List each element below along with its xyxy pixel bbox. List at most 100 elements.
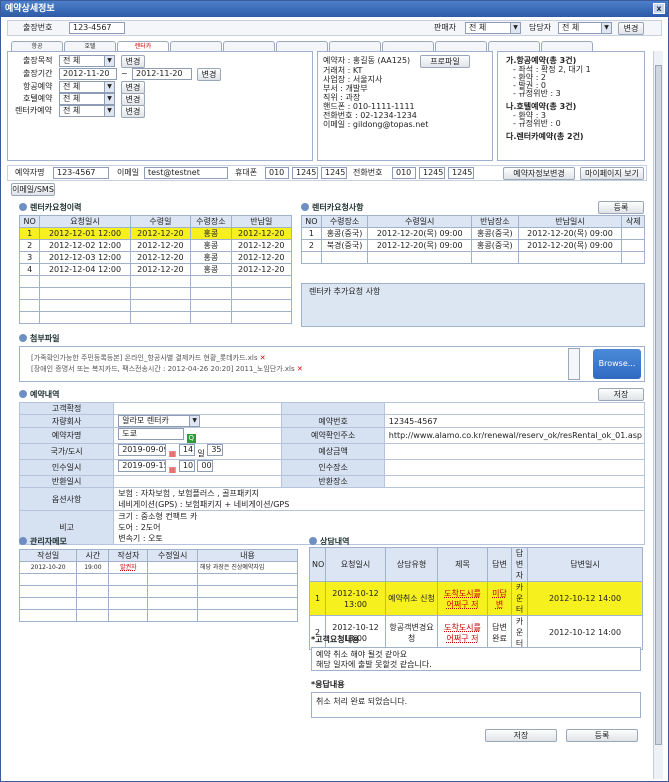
empty-row xyxy=(18,299,293,312)
files-heading: 첨부파일 xyxy=(19,333,59,345)
phone-part-3[interactable]: 1245 xyxy=(448,167,474,179)
tab-10[interactable] xyxy=(488,41,540,51)
mobile-part-3[interactable]: 1245 xyxy=(321,167,347,179)
contact-email-field[interactable]: test@testnet xyxy=(144,167,228,179)
detail-window: 예약상세정보 x 출장번호 123-4567 판매자 전 체 ▼ 담당자 전 체 ▼ … xyxy=(0,0,669,782)
tab-9[interactable] xyxy=(435,41,487,51)
pickplace-value xyxy=(383,459,646,476)
trip-no-field[interactable]: 123-4567 xyxy=(69,22,125,34)
contact-name-label: 예약자명 xyxy=(15,168,45,177)
purpose-label: 출장목적 xyxy=(23,56,53,65)
table-row[interactable]: 2012-10-20 19:00 발권자 해당 과장은 진상예약자임 xyxy=(18,561,299,574)
date-from-field[interactable]: 2012-11-20 xyxy=(59,68,117,80)
table-row[interactable]: 1 홍콩(중국) 2012-12-20(목) 09:00 홍콩(중국) 2012-12-… xyxy=(301,227,645,240)
country-date-field[interactable]: 2019-09-09 xyxy=(118,444,167,456)
mobile-part-2[interactable]: 1245 xyxy=(292,167,318,179)
mypage-button[interactable]: 마이페이지 보기 xyxy=(580,167,644,180)
top-change-button[interactable]: 변경 xyxy=(618,22,644,35)
hotel-label: 호텔예약 xyxy=(23,94,53,103)
empty-row xyxy=(301,251,645,264)
separator: 일 xyxy=(197,449,205,458)
amount-value xyxy=(383,443,646,460)
delete-icon[interactable]: ✕ xyxy=(260,354,266,362)
tab-7[interactable] xyxy=(329,41,381,51)
rent-select[interactable]: 전 체 ▼ xyxy=(59,105,115,117)
hour-field[interactable]: 14 xyxy=(178,444,195,456)
reservation-table: 고객확정 자량회사 알라모 렌터카 ▼ 예약번호 12345-4567 예약자명 도쿄 Q… xyxy=(18,402,646,545)
place-field[interactable]: 도쿄 xyxy=(118,428,185,440)
tab-hotel[interactable]: 호텔 xyxy=(64,41,116,51)
table-row[interactable]: 2 2012-12-02 12:00 2012-12-20 홍콩 2012-12-20 xyxy=(18,239,293,252)
seller-select[interactable]: 전 체 ▼ xyxy=(465,22,521,34)
tab-rentcar[interactable]: 렌터카 xyxy=(117,41,169,51)
pick-date-field[interactable]: 2019-09-15 xyxy=(118,460,167,472)
scrollbar[interactable] xyxy=(653,51,663,779)
tab-air[interactable]: 항공 xyxy=(11,41,63,51)
table-row[interactable]: 2 북경(중국) 2012-12-20(목) 09:00 홍콩(중국) 2012-12-… xyxy=(301,239,645,252)
answer-box[interactable]: 취소 처리 완료 되었습니다. xyxy=(311,692,641,718)
close-icon[interactable]: x xyxy=(653,3,665,14)
table-row[interactable]: 3 2012-12-03 12:00 2012-12-20 홍콩 2012-12-20 xyxy=(18,251,293,264)
customer-request-box[interactable]: 예약 취소 해야 될것 같아요 해당 일자에 출발 못할것 같습니다. xyxy=(311,647,641,671)
hour-field[interactable]: 10 xyxy=(178,460,195,472)
note-line: 크기 : 중소형 컨팩트 카 xyxy=(118,512,198,521)
browse-button[interactable]: Browse... xyxy=(593,349,641,379)
memo-heading: 관리자메모 xyxy=(19,536,67,548)
field-label: 예약번호 xyxy=(281,414,385,428)
air-select[interactable]: 전 체 ▼ xyxy=(59,81,115,93)
agency-select[interactable]: 알라모 렌터카 ▼ xyxy=(118,415,201,427)
table-row[interactable]: 1 2012-10-12 13:00 예약취소 신청 도착도시를 어쩌구 저 미답변 카운… xyxy=(309,581,643,616)
contact-name-field[interactable]: 123-4567 xyxy=(53,167,109,179)
rent-change-button[interactable]: 변경 xyxy=(121,105,145,118)
purpose-change-button[interactable]: 변경 xyxy=(121,55,145,68)
title-bar: 예약상세정보 x xyxy=(1,1,668,17)
customer-request-label: *고객요청내용 xyxy=(311,635,360,644)
empty-row xyxy=(18,287,293,300)
field-label: 반환장소 xyxy=(281,475,385,488)
minute-field[interactable]: 35 xyxy=(207,444,224,456)
manager-select[interactable]: 전 체 ▼ xyxy=(558,22,612,34)
calendar-icon[interactable]: ▦ xyxy=(169,449,177,458)
table-row[interactable]: 4 2012-12-04 12:00 2012-12-20 홍콩 2012-12-20 xyxy=(18,263,293,276)
tab-11[interactable] xyxy=(541,41,593,51)
period-label: 출장기간 xyxy=(23,69,53,78)
column-header: 상담유형 xyxy=(385,547,438,582)
field-label: 인수일시 xyxy=(18,459,115,476)
request-table: NO 수령장소 수령일시 반납장소 반납일시 삭제 1 홍콩(중국) 2012-12-20(목… xyxy=(301,215,645,264)
search-icon[interactable]: Q xyxy=(186,434,196,443)
tab-5[interactable] xyxy=(223,41,275,51)
scroll-thumb[interactable] xyxy=(655,65,662,745)
field-label: 예약자명 xyxy=(18,427,115,444)
file-list-scrollbar[interactable] xyxy=(568,348,580,380)
chevron-down-icon: ▼ xyxy=(104,56,114,66)
email-sms-button[interactable]: 이메일/SMS xyxy=(11,183,55,196)
consult-save-button[interactable]: 저장 xyxy=(485,729,557,742)
field-label: 인수장소 xyxy=(281,459,385,476)
request-register-button[interactable]: 등록 xyxy=(598,201,644,214)
tab-8[interactable] xyxy=(382,41,434,51)
consult-register-button[interactable]: 등록 xyxy=(566,729,638,742)
file-item[interactable]: [장애인 증명서 또는 복지카드, 팩스전송시간 : 2012-04-26 20… xyxy=(31,363,303,375)
phone-part-2[interactable]: 1245 xyxy=(419,167,445,179)
mobile-part-1[interactable]: 010 xyxy=(265,167,289,179)
air-label: 항공예약 xyxy=(23,82,53,91)
table-row[interactable]: 1 2012-12-01 12:00 2012-12-20 홍콩 2012-12-20 xyxy=(18,227,293,240)
delete-icon[interactable]: ✕ xyxy=(297,365,303,373)
period-change-button[interactable]: 변경 xyxy=(197,68,221,81)
date-to-field[interactable]: 2012-11-20 xyxy=(132,68,192,80)
reservation-save-button[interactable]: 저장 xyxy=(598,388,644,401)
hotel-select[interactable]: 전 체 ▼ xyxy=(59,93,115,105)
change-contact-button[interactable]: 예약자정보변경 xyxy=(503,167,575,180)
profile-button[interactable]: 프로파일 xyxy=(420,55,470,68)
tab-6[interactable] xyxy=(276,41,328,51)
calendar-icon[interactable]: ▦ xyxy=(169,465,177,474)
table-row[interactable]: 2 2012-10-12 13:00 항공객변경요청 도착도시를 어쩌구 저 답변완료 카… xyxy=(309,615,643,650)
column-header: 반납일시 xyxy=(517,215,623,228)
phone-part-1[interactable]: 010 xyxy=(392,167,416,179)
empty-row xyxy=(18,609,299,622)
empty-row xyxy=(18,275,293,288)
contact-mobile-label: 휴대폰 xyxy=(235,168,258,177)
tab-4[interactable] xyxy=(170,41,222,51)
minute-field[interactable]: 00 xyxy=(197,460,214,472)
purpose-select[interactable]: 전 체 ▼ xyxy=(59,55,115,67)
